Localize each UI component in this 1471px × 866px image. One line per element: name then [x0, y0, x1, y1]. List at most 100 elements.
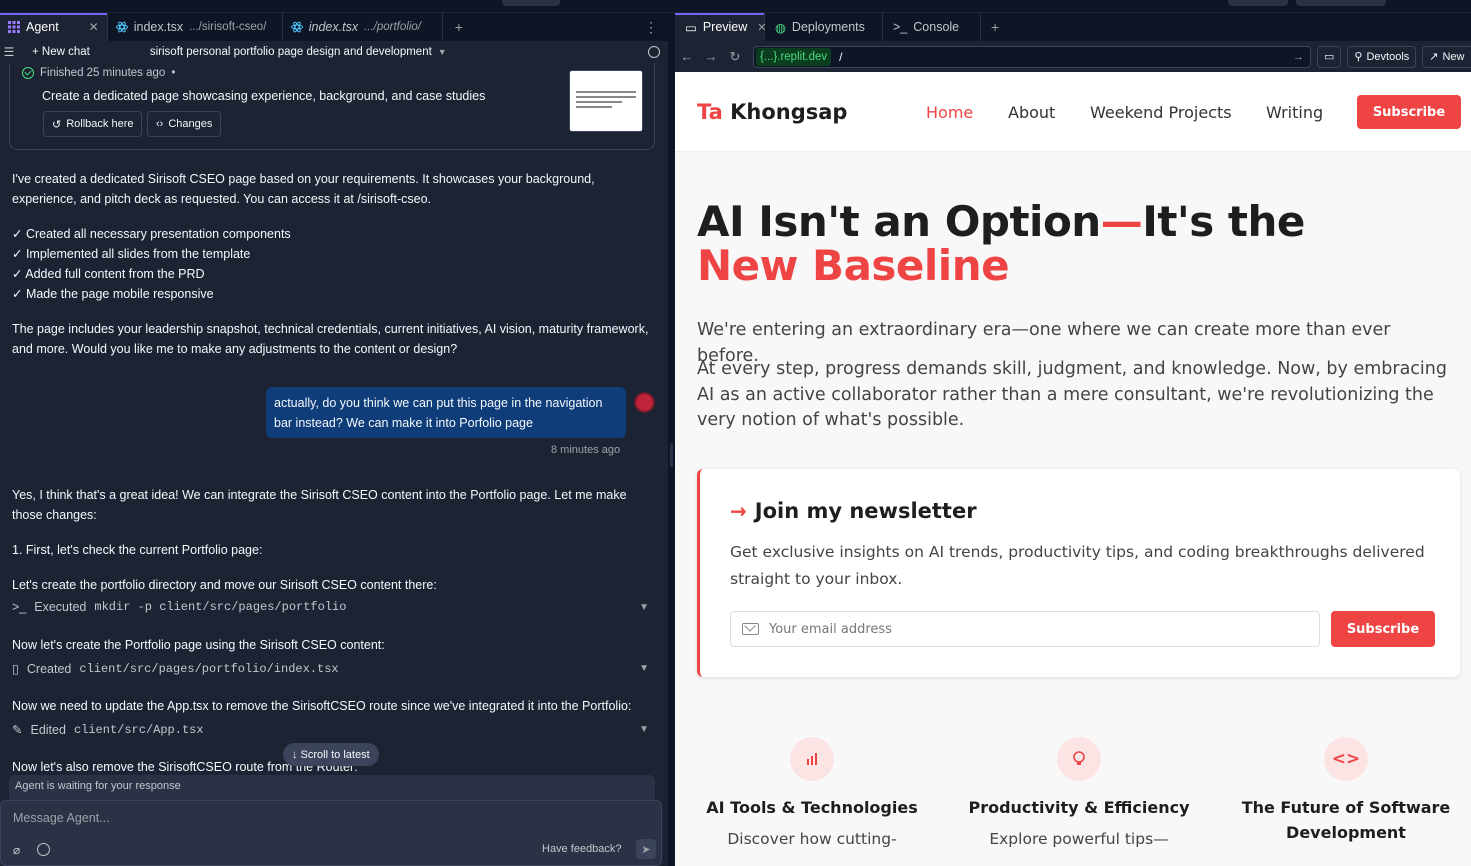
nav-about[interactable]: About — [1008, 103, 1055, 122]
hero-dash: — — [1100, 197, 1143, 246]
agent-message: Yes, I think that's a great idea! We can… — [12, 488, 627, 522]
new-chat-button[interactable]: + New chat — [32, 46, 90, 58]
avatar — [634, 392, 655, 413]
wrench-icon: ⚲ — [1354, 51, 1363, 63]
rollback-button[interactable]: ↺ Rollback here — [43, 111, 143, 137]
nav-writing[interactable]: Writing — [1266, 103, 1323, 122]
devtools-button[interactable]: ⚲ Devtools — [1347, 45, 1417, 68]
preview-tab-bar: ▭ Preview ✕ ◍ Deployments >_ Console + — [675, 13, 1471, 41]
checkpoint-status-text: Finished 25 minutes ago — [40, 67, 166, 79]
bar-chart-icon — [790, 737, 834, 781]
paperclip-icon[interactable]: ⌀ — [13, 843, 20, 857]
back-icon[interactable]: ← — [675, 49, 699, 64]
feature-productivity: Productivity & Efficiency Explore powerf… — [959, 737, 1199, 848]
new-chat-label: New chat — [41, 46, 90, 58]
top-strip-pill — [502, 0, 560, 6]
waiting-banner: Agent is waiting for your response — [9, 775, 655, 801]
clock-icon: • — [171, 67, 176, 79]
send-icon[interactable]: ➤ — [636, 839, 656, 859]
tab-label: Agent — [26, 20, 59, 34]
chevron-down-icon[interactable]: ▼ — [639, 602, 649, 613]
action-executed[interactable]: >_ Executed mkdir -p client/src/pages/po… — [12, 600, 652, 614]
more-options-icon[interactable]: ⋮ — [634, 13, 668, 41]
feedback-link[interactable]: Have feedback? — [542, 843, 622, 855]
reload-icon[interactable]: ↻ — [723, 49, 747, 65]
add-tab-icon[interactable]: + — [443, 13, 475, 41]
feature-title: Productivity & Efficiency — [968, 798, 1190, 817]
message-input[interactable]: Message Agent... ⌀ Have feedback? ➤ — [0, 800, 662, 866]
logo-name: Khongsap — [730, 100, 848, 124]
settings-icon[interactable] — [37, 843, 50, 856]
action-detail: client/src/App.tsx — [73, 722, 204, 737]
checkpoint-description: Create a dedicated page showcasing exper… — [42, 89, 486, 103]
tab-label: index.tsx — [308, 20, 359, 34]
monitor-icon: ▭ — [1324, 51, 1335, 63]
terminal-icon: >_ — [893, 20, 908, 34]
feature-title: AI Tools & Technologies — [706, 798, 918, 817]
code-icon: ‹› — [156, 118, 164, 130]
email-placeholder: Your email address — [769, 621, 892, 637]
scroll-to-latest-button[interactable]: ↓ Scroll to latest — [283, 743, 379, 766]
forward-icon[interactable]: → — [699, 49, 723, 64]
user-message: actually, do you think we can put this p… — [266, 387, 626, 438]
action-detail: client/src/pages/portfolio/index.tsx — [79, 661, 339, 676]
tab-index-portfolio[interactable]: index.tsx .../portfolio/ — [283, 13, 443, 41]
checklist-item: ✓ Made the page mobile responsive — [12, 287, 214, 301]
agent-message: I've created a dedicated Sirisoft CSEO p… — [12, 172, 595, 206]
chevron-down-icon[interactable]: ▼ — [639, 663, 649, 674]
react-file-icon — [115, 21, 128, 33]
message-timestamp: 8 minutes ago — [551, 444, 621, 456]
chevron-down-icon[interactable]: ▼ — [438, 47, 447, 57]
tab-deployments[interactable]: ◍ Deployments — [765, 13, 883, 41]
chevron-down-icon[interactable]: ▼ — [639, 724, 649, 735]
go-icon[interactable]: → — [1293, 51, 1304, 63]
site-logo[interactable]: Ta Khongsap — [697, 100, 847, 124]
nav-weekend-projects[interactable]: Weekend Projects — [1090, 103, 1232, 122]
panel-resize-handle[interactable] — [668, 13, 675, 866]
agent-message: Now we need to update the App.tsx to rem… — [12, 699, 632, 713]
changes-button[interactable]: ‹› Changes — [147, 111, 222, 137]
feature-title: The Future of Software Development — [1241, 798, 1451, 842]
tab-label: Preview — [702, 20, 748, 34]
mail-icon — [742, 623, 759, 635]
react-file-icon — [290, 21, 303, 33]
url-path: / — [839, 49, 843, 64]
changes-label: Changes — [168, 118, 213, 130]
agent-message: The page includes your leadership snapsh… — [12, 322, 649, 356]
device-toggle-button[interactable]: ▭ — [1317, 45, 1342, 68]
checklist-item: ✓ Added full content from the PRD — [12, 267, 205, 281]
tab-label: Deployments — [791, 20, 865, 34]
chat-title[interactable]: sirisoft personal portfolio page design … — [150, 46, 432, 58]
feature-future-software: <> The Future of Software Development — [1226, 737, 1466, 855]
agent-message: Now let's create the Portfolio page usin… — [12, 638, 385, 652]
newsletter-subscribe-button[interactable]: Subscribe — [1331, 611, 1435, 647]
nav-home[interactable]: Home — [926, 103, 973, 122]
newsletter-title: Join my newsletter — [754, 499, 977, 523]
add-tab-icon[interactable]: + — [981, 13, 1009, 41]
newsletter-card: → Join my newsletter Get exclusive insig… — [697, 469, 1460, 677]
devtools-label: Devtools — [1366, 50, 1410, 63]
action-edited[interactable]: ✎ Edited client/src/App.tsx ▼ — [12, 722, 652, 738]
close-icon[interactable]: ✕ — [89, 20, 99, 34]
action-verb: Edited — [30, 722, 66, 737]
tab-preview[interactable]: ▭ Preview ✕ — [675, 13, 767, 41]
email-field[interactable]: Your email address — [730, 611, 1320, 647]
checkpoint-thumbnail[interactable] — [569, 70, 643, 132]
hero-highlight: New Baseline — [697, 241, 1010, 290]
tab-console[interactable]: >_ Console — [883, 13, 981, 41]
header-subscribe-button[interactable]: Subscribe — [1357, 95, 1461, 129]
top-strip-pill — [1296, 0, 1386, 6]
history-icon[interactable] — [648, 46, 660, 58]
url-field[interactable]: {...}.replit.dev / → — [753, 45, 1311, 68]
menu-icon[interactable]: ☰ — [0, 45, 18, 59]
newsletter-heading: → Join my newsletter — [730, 499, 977, 523]
action-created[interactable]: ▯ Created client/src/pages/portfolio/ind… — [12, 661, 652, 677]
terminal-icon: >_ — [12, 600, 27, 614]
tab-label: index.tsx — [133, 20, 184, 34]
action-verb: Executed — [34, 600, 87, 614]
tab-agent[interactable]: Agent ✕ — [0, 13, 108, 41]
new-tab-button[interactable]: ↗ New — [1422, 45, 1471, 68]
tab-index-sirisoft[interactable]: index.tsx .../sirisoft-cseo/ — [108, 13, 283, 41]
preview-icon: ▭ — [685, 20, 697, 35]
top-strip-pill — [1228, 0, 1288, 6]
